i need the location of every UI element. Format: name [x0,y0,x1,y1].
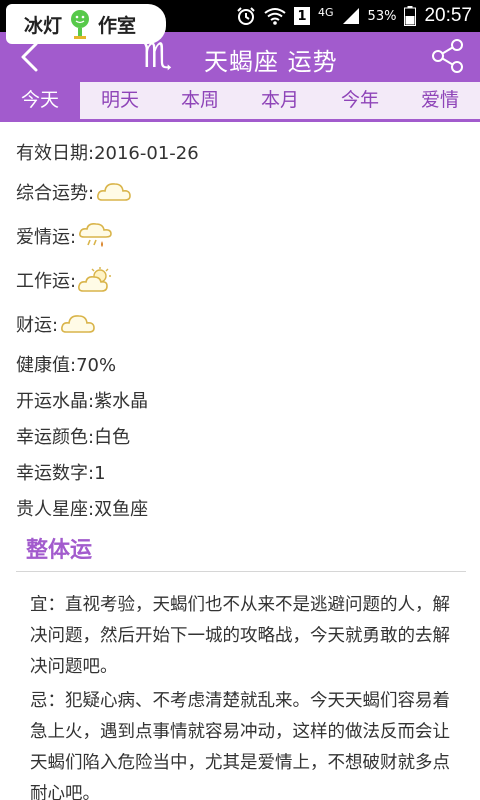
watermark-logo: 冰灯 作室 [6,4,166,44]
sim-badge: 1 [294,7,311,25]
cloud-icon [97,183,131,201]
overall-fortune-label: 综合运势: [16,183,95,204]
tab-bar: 今天 明天 本周 本月 今年 爱情 [0,82,480,122]
section-title: 整体运 [26,538,93,563]
status-icons: 1 4G 53% 20:57 [236,0,472,32]
share-icon[interactable] [430,38,466,74]
tab-today[interactable]: 今天 [0,82,80,119]
work-fortune-label: 工作运: [16,271,77,292]
battery-percent: 53% [367,8,397,24]
valid-date-text: 有效日期:2016-01-26 [16,143,199,164]
watermark-text-left: 冰灯 [24,14,63,37]
health-row: 健康值:70% [16,346,466,382]
rain-cloud-icon [79,223,112,247]
lucky-number-row: 幸运数字:1 [16,454,466,490]
signal-icon [342,8,359,24]
sun-cloud-icon [78,267,112,292]
lucky-color-row: 幸运颜色:白色 [16,418,466,454]
tab-love[interactable]: 爱情 [400,82,480,119]
watermark-text-right: 作室 [98,14,137,37]
fortune-content[interactable]: 有效日期:2016-01-26 综合运势: 爱情运: 工作运: 财运: 健康值:… [0,122,480,800]
wealth-fortune-label: 财运: [16,315,59,336]
wifi-icon [264,8,286,25]
tab-tomorrow[interactable]: 明天 [80,82,160,119]
back-arrow-icon[interactable] [14,40,48,74]
clock: 20:57 [424,5,472,26]
alarm-icon [237,7,255,25]
health-value: 健康值:70% [16,355,117,376]
tab-this-year[interactable]: 今年 [320,82,400,119]
cloud-icon [61,315,95,333]
page-title: 天蝎座 运势 [204,48,338,76]
work-fortune-row: 工作运: [16,258,466,302]
crystal-row: 开运水晶:紫水晶 [16,382,466,418]
valid-date-row: 有效日期:2016-01-26 [16,134,466,170]
fortune-info-list: 有效日期:2016-01-26 综合运势: 爱情运: 工作运: 财运: 健康值:… [16,134,466,526]
lamp-logo-icon [71,10,90,39]
lucky-number: 幸运数字:1 [16,463,106,484]
overall-fortune-row: 综合运势: [16,170,466,214]
lucky-crystal: 开运水晶:紫水晶 [16,391,149,412]
love-fortune-label: 爱情运: [16,227,77,248]
love-fortune-row: 爱情运: [16,214,466,258]
divider [16,571,466,572]
noble-sign: 贵人星座:双鱼座 [16,499,149,520]
tab-this-week[interactable]: 本周 [160,82,240,119]
wealth-fortune-row: 财运: [16,302,466,346]
noble-sign-row: 贵人星座:双鱼座 [16,490,466,526]
tab-this-month[interactable]: 本月 [240,82,320,119]
battery-icon [404,6,417,26]
advice-avoid-paragraph: 忌：犯疑心病、不考虑清楚就乱来。今天天蝎们容易着急上火，遇到点事情就容易冲动，这… [30,691,450,800]
lucky-color: 幸运颜色:白色 [16,427,131,448]
network-type: 4G [318,5,334,19]
advice-do-paragraph: 宜：直视考验，天蝎们也不从来不是逃避问题的人，解决问题，然后开始下一城的攻略战，… [30,595,450,677]
